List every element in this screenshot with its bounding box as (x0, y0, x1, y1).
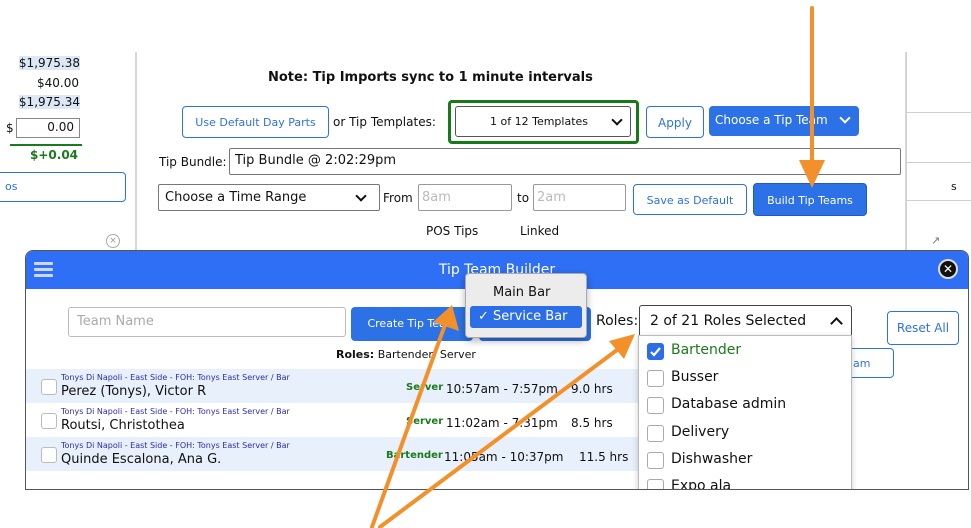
role-checkbox[interactable] (647, 370, 664, 387)
staff-checkbox[interactable] (41, 413, 57, 429)
staff-hours: 11.5 hrs (579, 450, 629, 464)
staff-name: Quinde Escalona, Ana G. (61, 452, 222, 467)
role-option-label: Expo ala (671, 478, 732, 490)
total-rule (10, 144, 82, 146)
staff-row[interactable]: Tonys Di Napoli - East Side - FOH: Tonys… (26, 369, 644, 403)
from-label: From (383, 191, 413, 205)
pos-tips-header: POS Tips (426, 224, 479, 238)
left-action-button[interactable]: os (0, 172, 126, 202)
staff-location: Tonys Di Napoli - East Side - FOH: Tonys… (61, 373, 290, 382)
staff-shift: 10:57am - 7:57pm (446, 382, 558, 396)
role-option-label: Bartender (671, 342, 742, 358)
roles-label: Roles: (596, 313, 639, 329)
team-name-input[interactable]: Team Name (68, 307, 346, 337)
to-label: to (517, 191, 530, 205)
staff-shift: 11:02am - 7:31pm (446, 416, 558, 430)
staff-role: Bartender (386, 450, 443, 461)
right-column: s ↗ (906, 52, 971, 258)
create-tip-team-button[interactable]: Create Tip Team (351, 307, 473, 341)
role-option-label: Dishwasher (671, 451, 753, 467)
resize-icon[interactable]: ↗ (931, 234, 940, 247)
summary-panel: $1,975.38 $40.00 $1,975.34 $ 0.00 $+0.04… (0, 52, 136, 258)
amount-1: $1,975.38 (18, 56, 80, 70)
staff-row[interactable]: Tonys Di Napoli - East Side - FOH: Tonys… (26, 437, 644, 471)
role-option-label: Delivery (671, 424, 730, 440)
tip-bundle-label: Tip Bundle: (159, 155, 227, 169)
staff-role: Server (406, 416, 444, 427)
choose-tip-team-label: Choose a Tip Team (715, 113, 828, 127)
column-header-partial: s (951, 180, 957, 193)
choose-tip-team-select[interactable]: Choose a Tip Team (709, 106, 859, 136)
staff-checkbox[interactable] (41, 379, 57, 395)
staff-name: Perez (Tonys), Victor R (61, 384, 207, 399)
staff-location: Tonys Di Napoli - East Side - FOH: Tonys… (61, 441, 290, 450)
check-icon: ✓ (478, 309, 489, 324)
tip-bundle-input[interactable]: Tip Bundle @ 2:02:29pm (229, 148, 901, 175)
to-time-input[interactable]: 2am (533, 184, 626, 211)
role-checkbox[interactable] (647, 479, 664, 489)
from-time-input[interactable]: 8am (418, 184, 512, 211)
chevron-down-icon (611, 114, 623, 126)
close-icon[interactable]: ✕ (938, 259, 958, 279)
linked-header: Linked (520, 224, 560, 238)
amount-2: $40.00 (37, 76, 79, 90)
staff-row[interactable]: Tonys Di Napoli - East Side - FOH: Tonys… (26, 403, 644, 437)
close-icon[interactable]: × (106, 234, 120, 248)
currency-symbol: $ (6, 121, 14, 135)
chevron-up-icon (830, 317, 843, 330)
check-icon[interactable] (647, 343, 664, 360)
staff-shift: 11:05am - 10:37pm (444, 450, 564, 464)
adjust-amount-input[interactable]: 0.00 (16, 118, 80, 138)
apply-button[interactable]: Apply (646, 106, 704, 138)
role-checkbox[interactable] (647, 425, 664, 442)
roles-dropdown-list: Bartender Busser Database admin Delivery… (638, 335, 852, 490)
tip-template-value: 1 of 12 Templates (490, 115, 589, 128)
tip-team-option-main-bar[interactable]: Main Bar (470, 282, 582, 304)
tip-template-select[interactable]: 1 of 12 Templates (455, 106, 631, 137)
chevron-down-icon (355, 190, 367, 202)
chevron-down-icon (839, 112, 851, 124)
use-default-day-parts-button[interactable]: Use Default Day Parts (182, 106, 329, 138)
reset-all-button[interactable]: Reset All (887, 311, 959, 345)
staff-hours: 8.5 hrs (571, 416, 613, 430)
staff-role: Server (406, 382, 444, 393)
role-option-label: Database admin (671, 396, 787, 412)
time-range-select[interactable]: Choose a Time Range (158, 184, 380, 211)
save-as-default-button[interactable]: Save as Default (633, 184, 747, 215)
tip-team-option-label: Service Bar (493, 309, 568, 324)
tip-templates-label: or Tip Templates: (333, 115, 436, 129)
staff-hours: 9.0 hrs (571, 382, 613, 396)
staff-name: Routsi, Christothea (61, 418, 185, 433)
roles-summary: Roles: Bartender, Server (336, 348, 476, 361)
role-checkbox[interactable] (647, 397, 664, 414)
roles-summary-value: Bartender, Server (377, 348, 476, 361)
roles-select-value: 2 of 21 Roles Selected (650, 313, 807, 329)
role-option-label: Busser (671, 369, 719, 385)
role-checkbox[interactable] (647, 452, 664, 469)
time-range-value: Choose a Time Range (165, 190, 307, 205)
tip-team-popup-menu: Main Bar ✓ Service Bar (465, 273, 587, 338)
roles-summary-label: Roles: (336, 348, 375, 361)
tip-team-option-service-bar[interactable]: ✓ Service Bar (470, 306, 582, 328)
difference-value: $+0.04 (30, 148, 79, 162)
roles-select[interactable]: 2 of 21 Roles Selected (639, 305, 852, 337)
sync-note: Note: Tip Imports sync to 1 minute inter… (268, 70, 593, 85)
left-action-label: os (5, 180, 18, 193)
staff-checkbox[interactable] (41, 447, 57, 463)
build-tip-teams-button[interactable]: Build Tip Teams (753, 183, 867, 216)
amount-3: $1,975.34 (18, 95, 80, 109)
staff-location: Tonys Di Napoli - East Side - FOH: Tonys… (61, 407, 290, 416)
